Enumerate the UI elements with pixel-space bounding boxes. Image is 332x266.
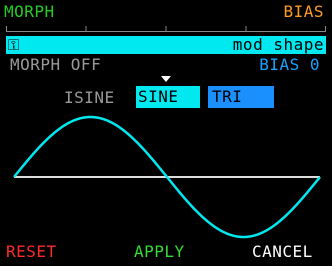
reset-button[interactable]: RESET <box>6 244 57 260</box>
bias-value: BIAS 0 <box>259 55 320 74</box>
morph-value: MORPH OFF <box>10 55 102 74</box>
parameter-position-ruler <box>6 26 326 32</box>
mod-shape-screen: MORPH BIAS ⚿ mod shape MORPH OFF BIAS 0 … <box>0 0 332 266</box>
parameter-bar[interactable]: ⚿ mod shape <box>6 36 326 54</box>
parameter-name: mod shape <box>232 35 324 54</box>
morph-header-label: MORPH <box>4 2 55 21</box>
apply-button[interactable]: APPLY <box>134 244 185 260</box>
cancel-button[interactable]: CANCEL <box>252 244 313 260</box>
bias-header-label: BIAS <box>283 2 324 21</box>
key-icon: ⚿ <box>8 36 20 54</box>
option-sine[interactable]: SINE <box>136 86 200 108</box>
option-tri[interactable]: TRI <box>208 86 274 108</box>
option-isine[interactable]: ISINE <box>64 90 115 106</box>
selection-cursor-icon <box>161 76 171 82</box>
waveform-display <box>13 115 321 239</box>
